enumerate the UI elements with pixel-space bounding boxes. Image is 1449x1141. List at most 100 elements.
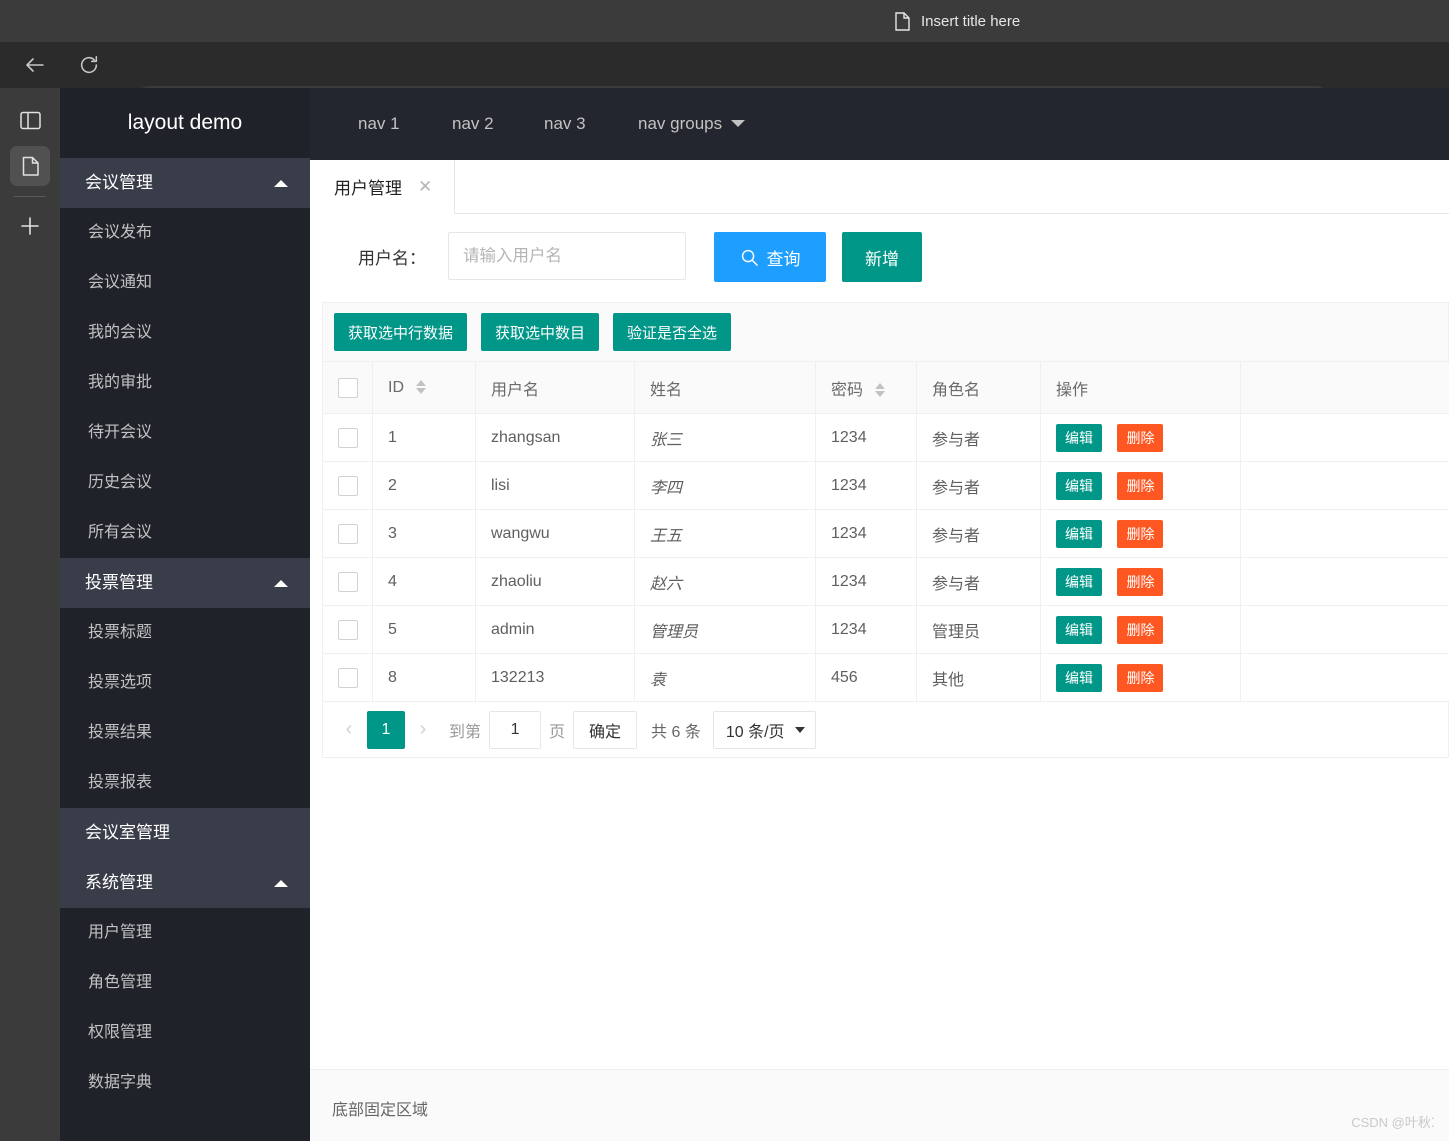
- row-checkbox-cell: [322, 653, 373, 702]
- sidebar-item-history-meetings[interactable]: 历史会议: [60, 458, 310, 508]
- reload-icon[interactable]: [74, 50, 104, 80]
- row-checkbox[interactable]: [337, 427, 358, 448]
- row-checkbox[interactable]: [337, 667, 358, 688]
- rail-divider: [14, 196, 46, 197]
- edit-button[interactable]: 编辑: [1056, 519, 1102, 548]
- sidebar-item-vote-options[interactable]: 投票选项: [60, 658, 310, 708]
- sidebar-item-role-management[interactable]: 角色管理: [60, 958, 310, 1008]
- cell-password: 1234: [815, 413, 917, 462]
- sidebar-group-room-management[interactable]: 会议室管理: [60, 808, 310, 858]
- content-area: 用户名： 查询 新增 获取选中行数据 获取选中数目 验证是否全选: [310, 214, 1449, 1069]
- row-checkbox[interactable]: [337, 571, 358, 592]
- browser-tab-title: Insert title here: [921, 12, 1021, 30]
- edit-button[interactable]: 编辑: [1056, 471, 1102, 500]
- browser-tab[interactable]: Insert title here: [880, 2, 1034, 40]
- search-input[interactable]: [448, 232, 686, 280]
- row-checkbox[interactable]: [337, 619, 358, 640]
- search-button[interactable]: 查询: [714, 232, 826, 282]
- topnav-item-nav-groups[interactable]: nav groups: [638, 88, 746, 160]
- footer-text: 底部固定区域: [332, 1102, 429, 1119]
- edit-button[interactable]: 编辑: [1056, 663, 1102, 692]
- page-number-1[interactable]: 1: [367, 710, 405, 749]
- table-row[interactable]: 4 zhaoliu 赵六 1234 参与者 编辑 删除: [322, 557, 1449, 606]
- edit-button[interactable]: 编辑: [1056, 567, 1102, 596]
- topnav-item-nav2[interactable]: nav 2: [452, 88, 494, 160]
- topnav-item-nav3[interactable]: nav 3: [544, 88, 586, 160]
- sidebar-item-permission-management[interactable]: 权限管理: [60, 1008, 310, 1058]
- document-page-icon[interactable]: [10, 146, 50, 186]
- topnav-nav-groups-label: nav groups: [638, 114, 723, 133]
- page-tab-user-management[interactable]: 用户管理 ✕: [310, 160, 456, 214]
- sort-password-icon[interactable]: [875, 382, 886, 398]
- header-id-label: ID: [388, 378, 404, 396]
- table-row[interactable]: 8 132213 袁 456 其他 编辑 删除: [322, 653, 1449, 702]
- chevron-left-icon[interactable]: ‹: [331, 712, 367, 748]
- row-checkbox[interactable]: [337, 523, 358, 544]
- page-size-value: 10 条/页: [725, 723, 785, 741]
- sidebar-group-vote-management[interactable]: 投票管理: [60, 558, 310, 608]
- edit-button[interactable]: 编辑: [1056, 423, 1102, 452]
- header-filler: [1240, 361, 1449, 414]
- header-password[interactable]: 密码: [815, 361, 917, 414]
- sidebar-item-vote-reports[interactable]: 投票报表: [60, 758, 310, 808]
- header-id[interactable]: ID: [372, 361, 476, 414]
- sidebar-item-my-meetings[interactable]: 我的会议: [60, 308, 310, 358]
- delete-button[interactable]: 删除: [1117, 567, 1164, 596]
- add-tab-icon[interactable]: [10, 206, 50, 246]
- search-bar: 用户名： 查询 新增: [310, 214, 1449, 302]
- sidebar-item-user-management[interactable]: 用户管理: [60, 908, 310, 958]
- confirm-page-button[interactable]: 确定: [573, 710, 638, 749]
- sidebar-item-my-approvals[interactable]: 我的审批: [60, 358, 310, 408]
- sidebar-group-meeting-management[interactable]: 会议管理: [60, 158, 310, 208]
- cell-username: admin: [475, 605, 635, 654]
- row-checkbox-cell: [322, 509, 373, 558]
- get-selected-rows-button[interactable]: 获取选中行数据: [334, 313, 468, 351]
- sidebar-item-vote-results[interactable]: 投票结果: [60, 708, 310, 758]
- add-button[interactable]: 新增: [842, 232, 922, 282]
- sidebar-item-meeting-publish[interactable]: 会议发布: [60, 208, 310, 258]
- page-size-select[interactable]: 10 条/页: [712, 710, 816, 749]
- back-arrow-icon[interactable]: [20, 50, 50, 80]
- row-checkbox-cell: [322, 413, 373, 462]
- cell-id: 8: [372, 653, 476, 702]
- cell-filler: [1240, 461, 1449, 510]
- sidebar-item-meeting-notice[interactable]: 会议通知: [60, 258, 310, 308]
- sidebar-logo: layout demo: [127, 111, 243, 134]
- chevron-up-icon: [274, 180, 288, 187]
- delete-button[interactable]: 删除: [1117, 519, 1164, 548]
- cell-filler: [1240, 557, 1449, 606]
- cell-password: 1234: [815, 461, 917, 510]
- workspaces-icon[interactable]: [10, 100, 50, 140]
- delete-button[interactable]: 删除: [1117, 471, 1164, 500]
- select-all-checkbox[interactable]: [337, 377, 358, 398]
- sidebar-item-vote-title[interactable]: 投票标题: [60, 608, 310, 658]
- page-viewport: layout demo 会议管理 会议发布 会议通知 我的会议 我的审批 待开会…: [60, 88, 1449, 1141]
- chevron-right-icon[interactable]: ›: [405, 712, 441, 748]
- sidebar-item-all-meetings[interactable]: 所有会议: [60, 508, 310, 558]
- sidebar-item-data-dictionary[interactable]: 数据字典: [60, 1058, 310, 1108]
- verify-select-all-button[interactable]: 验证是否全选: [613, 313, 732, 351]
- delete-button[interactable]: 删除: [1117, 615, 1164, 644]
- skip-page-input[interactable]: [489, 710, 542, 749]
- edit-button[interactable]: 编辑: [1056, 615, 1102, 644]
- sidebar-submenu-vote-management: 投票标题 投票选项 投票结果 投票报表: [60, 608, 310, 808]
- sidebar-item-upcoming-meetings[interactable]: 待开会议: [60, 408, 310, 458]
- close-icon[interactable]: ✕: [418, 178, 432, 195]
- sidebar-group-system-management[interactable]: 系统管理: [60, 858, 310, 908]
- cell-username: lisi: [475, 461, 635, 510]
- browser-window: Insert title here localhost:8080/: [0, 0, 1449, 1141]
- sort-id-icon[interactable]: [416, 379, 427, 395]
- cell-role: 参与者: [916, 461, 1041, 510]
- cell-id: 4: [372, 557, 476, 606]
- delete-button[interactable]: 删除: [1117, 423, 1164, 452]
- header-role: 角色名: [916, 361, 1041, 414]
- sidebar-submenu-meeting-management: 会议发布 会议通知 我的会议 我的审批 待开会议 历史会议 所有会议: [60, 208, 310, 558]
- table-row[interactable]: 2 lisi 李四 1234 参与者 编辑 删除: [322, 461, 1449, 510]
- table-row[interactable]: 5 admin 管理员 1234 管理员 编辑 删除: [322, 605, 1449, 654]
- table-row[interactable]: 1 zhangsan 张三 1234 参与者 编辑 删除: [322, 413, 1449, 462]
- topnav-item-nav1[interactable]: nav 1: [358, 88, 400, 160]
- get-selected-count-button[interactable]: 获取选中数目: [481, 313, 600, 351]
- table-row[interactable]: 3 wangwu 王五 1234 参与者 编辑 删除: [322, 509, 1449, 558]
- delete-button[interactable]: 删除: [1117, 663, 1164, 692]
- row-checkbox[interactable]: [337, 475, 358, 496]
